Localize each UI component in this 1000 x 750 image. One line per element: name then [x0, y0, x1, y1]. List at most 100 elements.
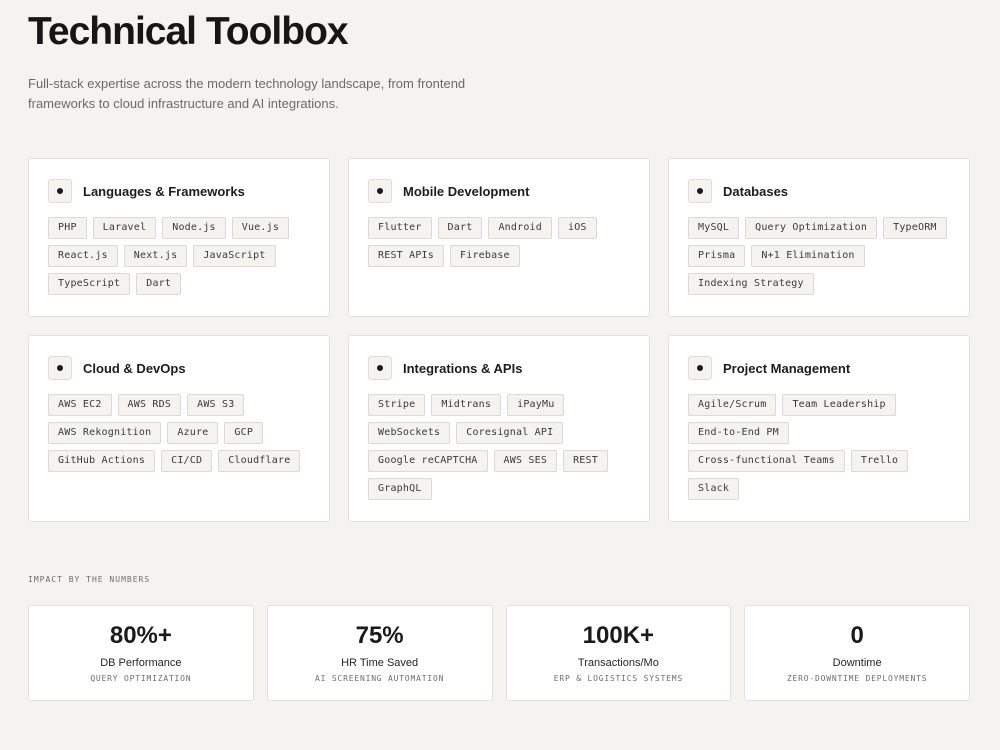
- tag-list: Agile/Scrum Team Leadership End-to-End PM C…: [688, 394, 951, 500]
- tag-list: AWS EC2 AWS RDS AWS S3 AWS Rekognition Azure…: [48, 394, 311, 472]
- stat-value: 80%+: [109, 622, 172, 649]
- card-header: Languages & Frameworks: [48, 177, 311, 205]
- tag-list: Flutter Dart Android iOS REST APIs Firebase: [368, 217, 631, 267]
- skill-tag: Slack: [688, 478, 740, 500]
- skill-tag: Next.js: [123, 245, 188, 267]
- card-header: Integrations & APIs: [368, 354, 631, 382]
- dot-icon: [377, 365, 383, 371]
- skill-tag: Coresignal API: [456, 422, 564, 444]
- skill-tag: iPayMu: [507, 394, 565, 416]
- page-subtitle: Full-stack expertise across the modern t…: [28, 76, 466, 111]
- stat-label: Transactions/Mo: [577, 657, 659, 669]
- stat-label: HR Time Saved: [341, 657, 419, 669]
- skill-card-integrations-apis: Integrations & APIs Stripe Midtrans iPayMu W…: [348, 335, 650, 522]
- skill-tag: AWS SES: [493, 450, 558, 472]
- card-title: Languages & Frameworks: [83, 183, 245, 199]
- stat-sub: QUERY OPTIMIZATION: [90, 674, 192, 683]
- stat-value: 0: [850, 622, 864, 649]
- stat-value: 100K+: [582, 622, 655, 649]
- skill-tag: Google reCAPTCHA: [368, 450, 488, 472]
- dot-icon: [377, 188, 383, 194]
- card-header: Mobile Development: [368, 177, 631, 205]
- skill-card-languages-frameworks: Languages & Frameworks PHP Laravel Node.js V…: [28, 158, 330, 317]
- card-title: Integrations & APIs: [403, 360, 523, 376]
- dot-icon: [697, 188, 703, 194]
- skill-tag: TypeORM: [883, 217, 947, 239]
- stat-sub: AI SCREENING AUTOMATION: [315, 674, 445, 683]
- dot-icon: [697, 365, 703, 371]
- skill-card-project-management: Project Management Agile/Scrum Team Leader…: [668, 335, 970, 522]
- card-header: Cloud & DevOps: [48, 354, 311, 382]
- stat-card: 0 Downtime ZERO-DOWNTIME DEPLOYMENTS: [744, 605, 970, 701]
- skill-tag: Agile/Scrum: [688, 394, 777, 416]
- skill-tag: GraphQL: [368, 478, 432, 500]
- skill-tag: Laravel: [92, 217, 157, 239]
- skill-tag: GCP: [224, 422, 264, 444]
- bullet-icon: [368, 356, 392, 380]
- skill-tag: N+1 Elimination: [751, 245, 865, 267]
- card-header: Project Management: [688, 354, 951, 382]
- skill-tag: AWS Rekognition: [48, 422, 162, 444]
- tag-list: MySQL Query Optimization TypeORM Prisma N+1 …: [688, 217, 951, 295]
- skill-card-databases: Databases MySQL Query Optimization TypeORM P…: [668, 158, 970, 317]
- skill-tag: Vue.js: [231, 217, 290, 239]
- skill-tag: Firebase: [450, 245, 520, 267]
- skill-tag: React.js: [48, 245, 118, 267]
- stat-value: 75%: [355, 622, 404, 649]
- page-title: Technical Toolbox: [28, 10, 349, 53]
- skill-tag: GitHub Actions: [48, 450, 156, 472]
- skill-tag: Query Optimization: [745, 217, 878, 239]
- card-title: Cloud & DevOps: [83, 360, 186, 376]
- skill-tag: REST APIs: [368, 245, 444, 267]
- skill-tag: Trello: [850, 450, 909, 472]
- tag-list: PHP Laravel Node.js Vue.js React.js Next.js Ja…: [48, 217, 311, 295]
- skill-tag: Dart: [437, 217, 483, 239]
- skill-tag: Dart: [136, 273, 182, 295]
- skill-tag: Prisma: [688, 245, 746, 267]
- page: Technical Toolbox Full-stack expertise a…: [0, 0, 1000, 750]
- skills-grid: Languages & Frameworks PHP Laravel Node.js V…: [28, 158, 970, 522]
- stat-card: 80%+ DB Performance QUERY OPTIMIZATION: [28, 605, 254, 701]
- tag-list: Stripe Midtrans iPayMu WebSockets Coresignal…: [368, 394, 631, 500]
- skill-tag: Cloudflare: [218, 450, 301, 472]
- stat-label: Downtime: [832, 657, 882, 669]
- bullet-icon: [688, 356, 712, 380]
- skill-tag: AWS S3: [187, 394, 245, 416]
- skill-tag: Stripe: [368, 394, 426, 416]
- bullet-icon: [688, 179, 712, 203]
- stat-card: 75% HR Time Saved AI SCREENING AUTOMATION: [266, 605, 493, 701]
- skill-tag: Team Leadership: [782, 394, 896, 416]
- skill-tag: Cross-functional Teams: [688, 450, 845, 472]
- card-header: Databases: [688, 177, 951, 205]
- bullet-icon: [48, 179, 72, 203]
- card-title: Project Management: [723, 360, 851, 376]
- skill-tag: REST: [563, 450, 608, 472]
- skill-tag: End-to-End PM: [688, 422, 789, 444]
- stat-sub: ZERO-DOWNTIME DEPLOYMENTS: [786, 674, 928, 683]
- skill-tag: AWS RDS: [117, 394, 182, 416]
- skill-tag: JavaScript: [193, 245, 276, 267]
- card-title: Databases: [723, 183, 789, 199]
- skill-tag: MySQL: [688, 217, 740, 239]
- skill-tag: Android: [488, 217, 552, 239]
- skill-tag: iOS: [557, 217, 597, 239]
- skill-tag: Midtrans: [431, 394, 502, 416]
- dot-icon: [57, 365, 63, 371]
- stat-sub: ERP & LOGISTICS SYSTEMS: [553, 674, 683, 683]
- skill-tag: Azure: [167, 422, 219, 444]
- skill-tag: Flutter: [368, 217, 432, 239]
- skill-tag: CI/CD: [161, 450, 213, 472]
- bullet-icon: [368, 179, 392, 203]
- skill-tag: PHP: [48, 217, 87, 239]
- stat-card: 100K+ Transactions/Mo ERP & LOGISTICS SYST…: [505, 605, 732, 701]
- impact-section-label: IMPACT BY THE NUMBERS: [28, 575, 151, 584]
- skill-tag: WebSockets: [368, 422, 451, 444]
- bullet-icon: [48, 356, 72, 380]
- stat-label: DB Performance: [100, 657, 182, 669]
- dot-icon: [57, 188, 63, 194]
- card-title: Mobile Development: [403, 183, 530, 199]
- skill-card-mobile-development: Mobile Development Flutter Dart Android iOS R…: [348, 158, 650, 317]
- skill-tag: Indexing Strategy: [688, 273, 814, 295]
- impact-stats: 80%+ DB Performance QUERY OPTIMIZATION 75% H…: [28, 605, 970, 701]
- skill-tag: AWS EC2: [48, 394, 112, 416]
